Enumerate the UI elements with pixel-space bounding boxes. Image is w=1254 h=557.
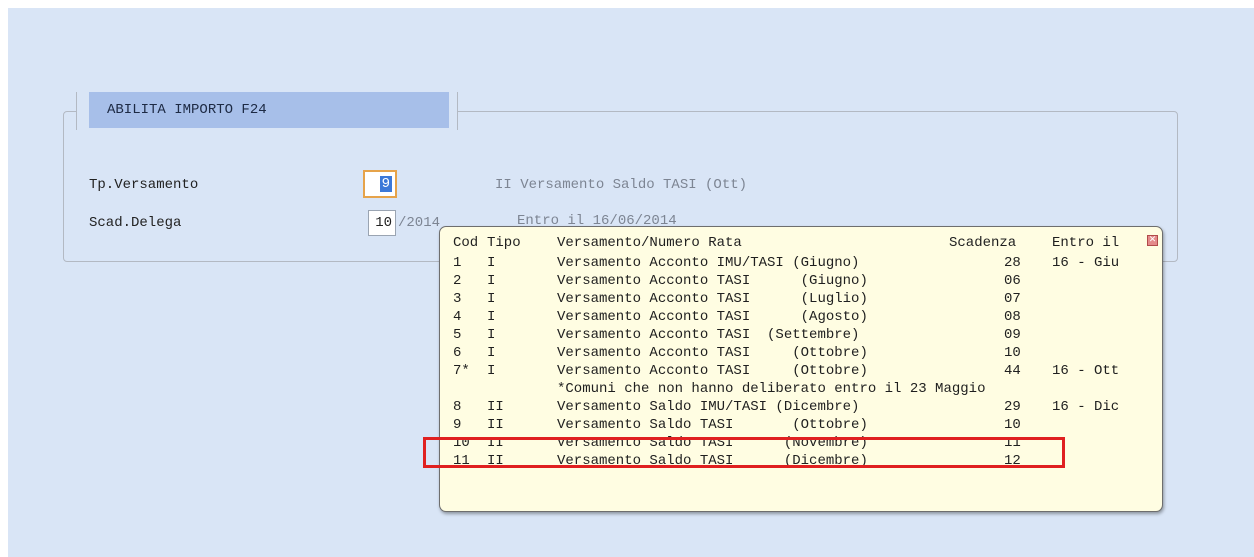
cell-cod: 6 [453,345,462,361]
cell-desc: Versamento Acconto TASI (Luglio) [557,291,868,307]
list-item[interactable]: 8 II Versamento Saldo IMU/TASI (Dicembre) 2… [453,397,1153,417]
cell-cod: 3 [453,291,462,307]
cell-desc: Versamento Saldo IMU/TASI (Dicembre) [557,399,860,415]
cell-desc: Versamento Acconto TASI (Ottobre) [557,345,868,361]
cell-tipo: I [487,291,496,307]
list-item[interactable]: 2 I Versamento Acconto TASI (Giugno) 06 [453,271,1153,291]
cell-cod: 2 [453,273,462,289]
cell-desc: Versamento Acconto TASI (Giugno) [557,273,868,289]
cell-scad: 07 [1004,291,1021,307]
cell-tipo: I [487,327,496,343]
list-item[interactable]: 4 I Versamento Acconto TASI (Agosto) 08 [453,307,1153,327]
tp-versamento-label: Tp.Versamento [89,177,199,193]
cell-cod: 7* [453,363,470,379]
cell-scad: 09 [1004,327,1021,343]
cell-scad: 29 [1004,399,1021,415]
header-cod: Cod [453,235,479,251]
cell-tipo: I [487,345,496,361]
cell-scad: 10 [1004,417,1021,433]
cell-desc: *Comuni che non hanno deliberato entro i… [557,381,986,397]
scad-delega-input[interactable]: 10 [368,210,396,236]
cell-scad: 28 [1004,255,1021,271]
cell-desc: Versamento Acconto TASI (Agosto) [557,309,868,325]
cell-tipo: II [487,399,504,415]
cell-tipo: I [487,309,496,325]
list-item[interactable]: 1 I Versamento Acconto IMU/TASI (Giugno) 28… [453,253,1153,273]
cell-tipo: I [487,273,496,289]
cell-cod: 9 [453,417,462,433]
header-versamento: Versamento/Numero Rata [557,235,742,251]
cell-desc: Versamento Acconto TASI (Settembre) [557,327,860,343]
header-entro-il: Entro il [1052,235,1120,251]
list-item[interactable]: 9 II Versamento Saldo TASI (Ottobre) 10 [453,415,1153,435]
list-item[interactable]: *Comuni che non hanno deliberato entro i… [453,379,1153,399]
lookup-popup: Cod Tipo Versamento/Numero Rata Scadenza… [439,226,1163,512]
list-item[interactable]: 7* I Versamento Acconto TASI (Ottobre) 44 16… [453,361,1153,381]
list-item[interactable]: 5 I Versamento Acconto TASI (Settembre) 09 [453,325,1153,345]
cell-scad: 08 [1004,309,1021,325]
cell-scad: 06 [1004,273,1021,289]
popup-header: Cod Tipo Versamento/Numero Rata Scadenza… [453,233,1153,253]
tp-versamento-value: 9 [379,176,392,192]
tp-versamento-description: II Versamento Saldo TASI (Ott) [495,177,748,193]
section-title: ABILITA IMPORTO F24 [89,92,449,128]
cell-desc: Versamento Saldo TASI (Ottobre) [557,417,868,433]
list-item[interactable]: 6 I Versamento Acconto TASI (Ottobre) 10 [453,343,1153,363]
cell-tipo: I [487,363,496,379]
cell-scad: 44 [1004,363,1021,379]
cell-scad: 10 [1004,345,1021,361]
cell-cod: 4 [453,309,462,325]
cell-cod: 5 [453,327,462,343]
cell-cod: 1 [453,255,462,271]
cell-tipo: I [487,255,496,271]
cell-cod: 8 [453,399,462,415]
scad-delega-year: /2014 [398,215,441,231]
cell-desc: Versamento Acconto IMU/TASI (Giugno) [557,255,860,271]
list-item[interactable]: 3 I Versamento Acconto TASI (Luglio) 07 [453,289,1153,309]
cell-entro: 16 - Giu [1052,255,1120,271]
tp-versamento-input[interactable]: 9 [363,170,397,198]
cell-entro: 16 - Ott [1052,363,1120,379]
scad-delega-label: Scad.Delega [89,215,182,231]
highlight-box [423,437,1065,468]
header-scadenza: Scadenza [949,235,1017,251]
cell-desc: Versamento Acconto TASI (Ottobre) [557,363,868,379]
header-tipo: Tipo [487,235,521,251]
close-icon[interactable]: ✕ [1147,235,1158,246]
cell-tipo: II [487,417,504,433]
cell-entro: 16 - Dic [1052,399,1120,415]
